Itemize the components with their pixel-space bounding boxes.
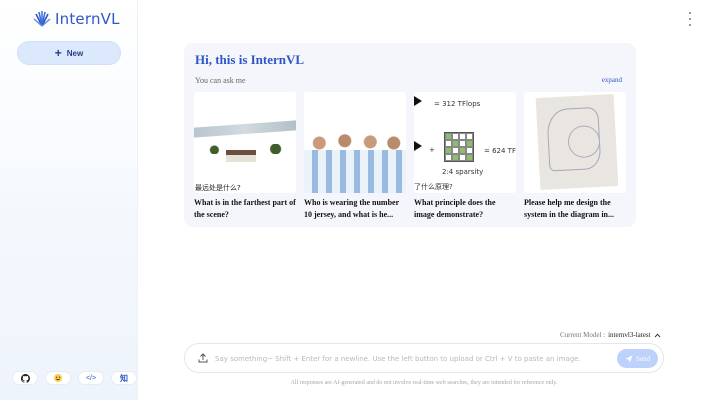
internvl-logo-icon — [33, 11, 51, 27]
example-card[interactable]: Please help me design the system in the … — [524, 92, 626, 221]
example-card[interactable]: = 312 TFlops + = 624 TFl 2:4 sparsity 了什… — [414, 92, 516, 221]
zhihu-link[interactable]: 知 — [111, 371, 137, 385]
welcome-title: Hi, this is InternVL — [195, 52, 305, 67]
play-icon — [414, 141, 422, 151]
chevron-up-icon — [654, 333, 660, 337]
model-selector[interactable]: Current Model : internvl3-latest — [560, 331, 661, 339]
new-chat-button[interactable]: + New — [17, 41, 121, 65]
hand-drawn-sketch-image — [524, 92, 626, 193]
model-label: Current Model : — [560, 331, 606, 339]
play-icon — [414, 96, 422, 106]
welcome-panel: Hi, this is InternVL You can ask me expa… — [184, 43, 636, 227]
diagram-label: 2:4 sparsity — [442, 168, 484, 176]
example-question: What principle does the image demonstrat… — [414, 198, 496, 219]
example-question: Who is wearing the number 10 jersey, and… — [304, 198, 399, 219]
github-icon — [20, 373, 30, 383]
example-question: What is in the farthest part of the scen… — [194, 198, 296, 219]
zhihu-icon: 知 — [120, 373, 128, 383]
upload-icon[interactable] — [197, 352, 209, 364]
logo-text: InternVL — [55, 10, 120, 28]
send-button[interactable]: Send — [617, 349, 658, 368]
code-icon: </> — [85, 374, 97, 382]
diagram-text-right: = 624 TFl — [484, 147, 516, 155]
chat-composer: Send — [184, 343, 664, 373]
disclaimer-text: All responses are AI-generated and do no… — [290, 380, 558, 386]
diagram-text-top: = 312 TFlops — [434, 100, 481, 108]
code-link[interactable]: </> — [78, 371, 104, 385]
new-chat-label: New — [66, 48, 84, 58]
example-question: Please help me design the system in the … — [524, 198, 614, 219]
sparsity-diagram-image: = 312 TFlops + = 624 TFl 2:4 sparsity 了什… — [414, 92, 516, 193]
example-card[interactable]: 最远处是什么? What is in the farthest part of … — [194, 92, 296, 221]
plus-icon: + — [54, 46, 62, 60]
sidebar-footer-links: </> 知 — [12, 371, 137, 385]
huggingface-icon — [53, 373, 63, 383]
diagram-caption: 了什么原理? — [414, 183, 453, 191]
example-card[interactable]: Who is wearing the number 10 jersey, and… — [304, 92, 406, 221]
chat-input[interactable] — [215, 351, 613, 367]
more-options-icon[interactable] — [686, 12, 694, 26]
image-caption: 最远处是什么? — [194, 180, 296, 193]
welcome-subtitle: You can ask me — [195, 76, 246, 85]
sidebar: InternVL + New </> 知 — [0, 0, 138, 400]
huggingface-link[interactable] — [45, 371, 71, 385]
app-logo[interactable]: InternVL — [33, 9, 120, 29]
send-icon — [625, 355, 633, 362]
landscape-image: 最远处是什么? — [194, 92, 296, 193]
github-link[interactable] — [12, 371, 38, 385]
football-team-image — [304, 92, 406, 193]
sparsity-grid — [444, 132, 474, 162]
send-label: Send — [636, 354, 650, 363]
model-value: internvl3-latest — [608, 331, 651, 339]
expand-link[interactable]: expand — [602, 76, 622, 84]
